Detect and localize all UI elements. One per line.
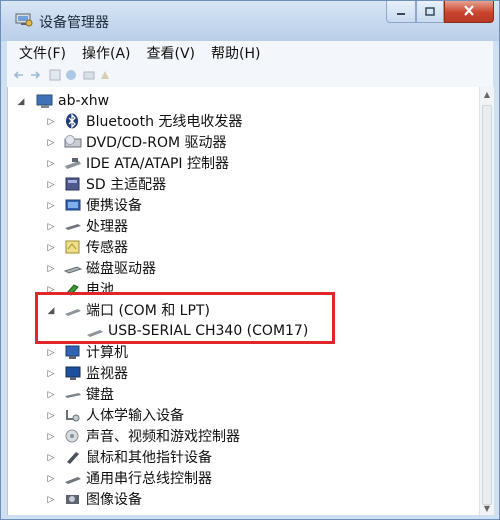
collapse-root-icon[interactable]: ◢ [16,97,26,107]
expand-icon[interactable]: ▷ [46,159,56,169]
tree-item-label: 磁盘驱动器 [86,261,156,277]
tree-item-label: 便携设备 [86,198,142,214]
tree-item-imaging[interactable]: 图像设备 [64,489,142,509]
hid-icon [64,407,82,423]
computer-icon [64,344,82,360]
tree-item-label: 监视器 [86,366,128,382]
device-manager-window: 设备管理器 文件(F) 操作(A) 查看(V) 帮助(H) ◢ ab-xhw ▷… [0,0,500,520]
disk-drive-icon [63,260,83,276]
window-title: 设备管理器 [39,15,109,31]
sound-icon [64,428,82,444]
help-icon[interactable] [65,69,77,81]
expand-icon[interactable]: ▷ [46,243,56,253]
device-manager-icon [15,11,33,27]
device-icon[interactable] [99,69,111,81]
tree-item-mouse[interactable]: 鼠标和其他指针设备 [64,447,212,467]
tree-item-hid[interactable]: 人体学输入设备 [64,405,184,425]
tree-item-label: DVD/CD-ROM 驱动器 [86,135,227,151]
sensor-icon [64,239,82,255]
close-icon [463,4,475,20]
tree-item-label: 鼠标和其他指针设备 [86,450,212,466]
expand-icon[interactable]: ▷ [46,495,56,505]
tree-item-disk[interactable]: 磁盘驱动器 [63,258,156,278]
tree-root-label: ab-xhw [58,93,110,109]
tree-item-label: 计算机 [86,345,128,361]
tree-item-monitor[interactable]: 监视器 [64,363,128,383]
tree-item-label: IDE ATA/ATAPI 控制器 [86,156,230,172]
expand-icon[interactable]: ▷ [46,264,56,274]
close-button[interactable] [444,1,494,23]
expand-icon[interactable]: ▷ [46,390,56,400]
tree-item-bluetooth[interactable]: Bluetooth 无线电收发器 [64,111,242,131]
mouse-icon [64,449,82,465]
expand-icon[interactable]: ▷ [46,222,56,232]
forward-icon[interactable] [29,69,41,81]
minimize-icon [396,4,406,20]
minimize-button[interactable] [386,1,416,23]
tree-item-portable[interactable]: 便携设备 [64,195,142,215]
ide-controller-icon [64,155,82,171]
maximize-button[interactable] [416,1,444,23]
tree-item-label: Bluetooth 无线电收发器 [86,114,243,130]
tree-item-label: 处理器 [86,219,128,235]
tree-item-label: 键盘 [86,387,114,403]
tree-item-sound[interactable]: 声音、视频和游戏控制器 [64,426,240,446]
menu-action[interactable]: 操作(A) [82,43,131,63]
tree-item-ide[interactable]: IDE ATA/ATAPI 控制器 [64,153,229,173]
expand-icon[interactable]: ▷ [46,369,56,379]
menu-view[interactable]: 查看(V) [147,43,196,63]
tree-item-dvd[interactable]: DVD/CD-ROM 驱动器 [64,132,227,152]
sd-adapter-icon [64,176,82,192]
processor-icon [64,218,82,234]
tree-item-label: 人体学输入设备 [86,408,184,424]
portable-device-icon [64,197,82,213]
properties-icon[interactable] [49,69,61,81]
scrollbar-thumb[interactable] [482,105,492,505]
tree-item-usb[interactable]: 通用串行总线控制器 [64,468,212,488]
expand-icon[interactable]: ▷ [46,411,56,421]
usb-icon [64,470,82,486]
tree-item-keyboard[interactable]: 键盘 [64,384,114,404]
expand-icon[interactable]: ▷ [46,201,56,211]
menu-bar: 文件(F) 操作(A) 查看(V) 帮助(H) [7,41,493,65]
scroll-up-icon[interactable]: ▲ [480,87,494,101]
computer-icon [36,93,54,109]
menu-help[interactable]: 帮助(H) [211,43,260,63]
annotation-highlight-box [35,292,335,344]
tree-item-label: 声音、视频和游戏控制器 [86,429,240,445]
dvd-drive-icon [64,134,82,150]
expand-icon[interactable]: ▷ [46,180,56,190]
tree-root[interactable]: ab-xhw [36,91,109,111]
back-icon[interactable] [13,69,25,81]
scan-icon[interactable] [83,69,95,81]
expand-icon[interactable]: ▷ [46,453,56,463]
keyboard-icon [64,386,82,402]
expand-icon[interactable]: ▷ [46,474,56,484]
tree-item-label: 通用串行总线控制器 [86,471,212,487]
bluetooth-icon [64,113,82,129]
tree-item-computer[interactable]: 计算机 [64,342,128,362]
imaging-icon [64,491,82,507]
tree-item-label: 图像设备 [86,492,142,508]
tree-item-sensor[interactable]: 传感器 [64,237,128,257]
tree-item-label: 传感器 [86,240,128,256]
title-bar[interactable]: 设备管理器 [1,1,499,41]
maximize-icon [425,4,435,20]
expand-icon[interactable]: ▷ [46,432,56,442]
expand-icon[interactable]: ▷ [46,138,56,148]
vertical-scrollbar[interactable]: ▲ ▼ [479,87,494,515]
monitor-icon [64,365,82,381]
toolbar [7,65,493,88]
expand-icon[interactable]: ▷ [46,348,56,358]
tree-item-processor[interactable]: 处理器 [64,216,128,236]
tree-item-sd[interactable]: SD 主适配器 [64,174,166,194]
tree-item-label: SD 主适配器 [86,177,167,193]
scroll-down-icon[interactable]: ▼ [480,501,494,515]
menu-file[interactable]: 文件(F) [19,43,66,63]
expand-icon[interactable]: ▷ [46,117,56,127]
